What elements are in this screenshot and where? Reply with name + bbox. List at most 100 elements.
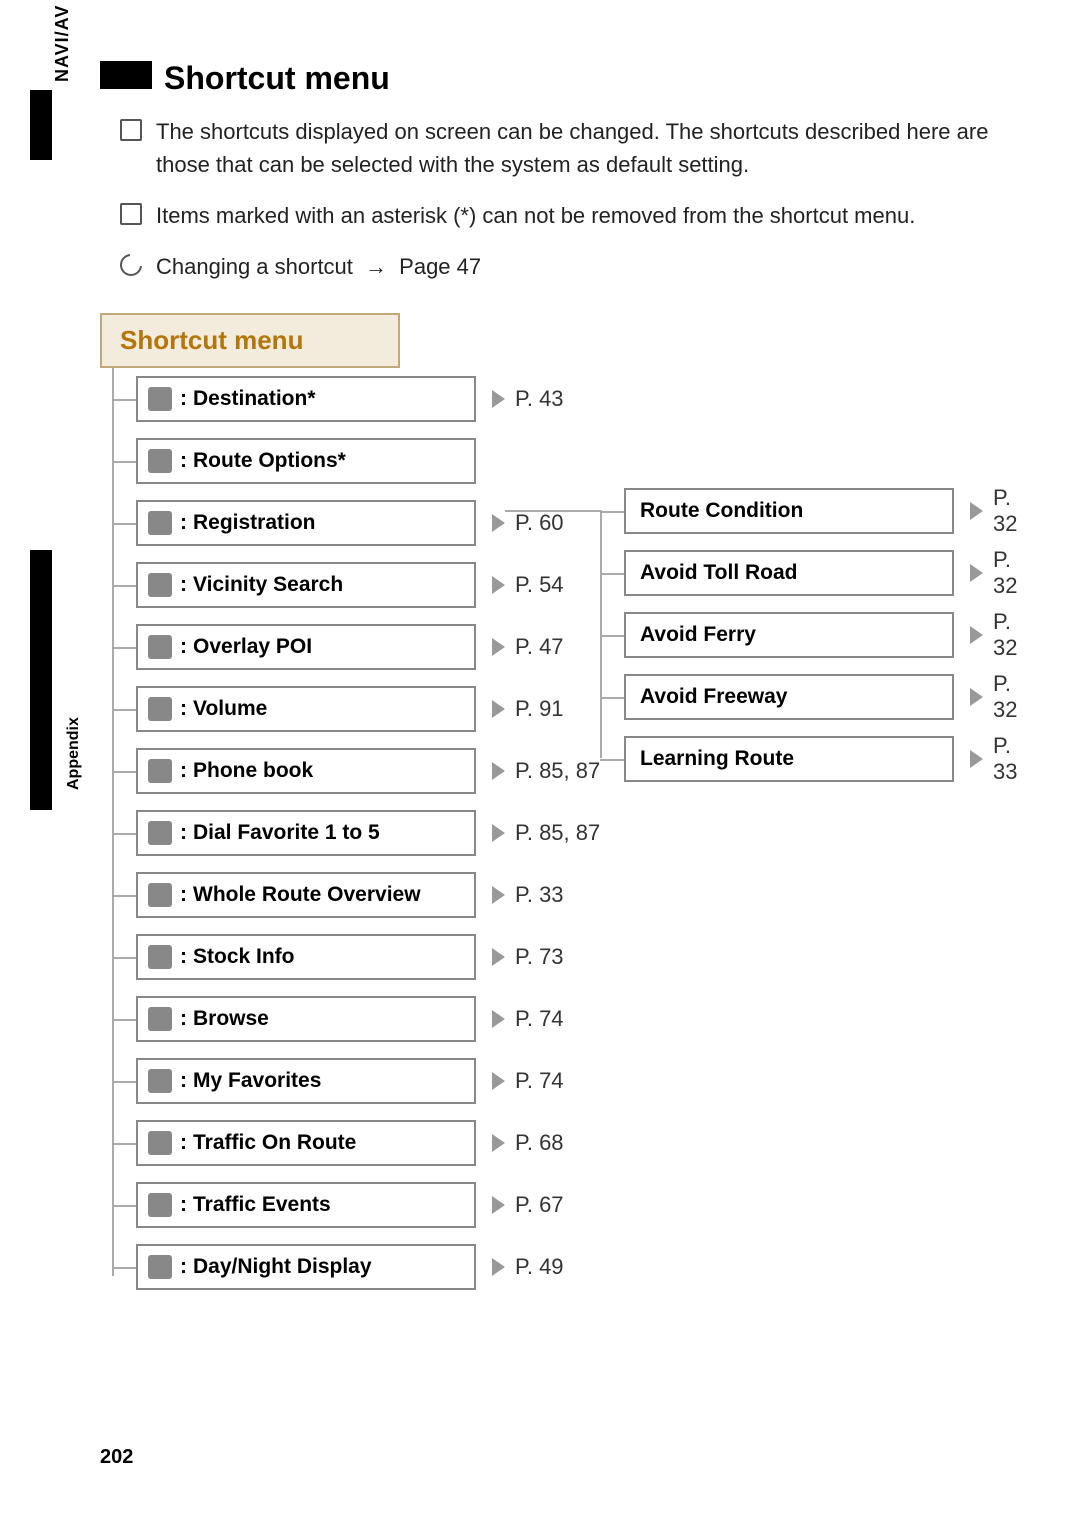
shortcut-icon [148,1069,172,1093]
shortcut-icon [148,1131,172,1155]
page-reference: P. 49 [492,1244,564,1290]
shortcut-item-box: :Traffic On Route [136,1120,476,1166]
subitem-box: Learning Route [624,736,954,782]
tree-connector [600,759,624,761]
subtree-trunk-line [600,510,602,758]
shortcut-item: :Traffic On Route P. 68 [112,1112,990,1174]
shortcut-item: :Destination*P. 43 [112,368,990,430]
subitem-label: Avoid Freeway [640,685,787,709]
shortcut-label: Browse [193,1007,269,1031]
page-reference-text: P. 74 [515,1006,564,1032]
shortcut-icon [148,759,172,783]
page-reference-text: P. 68 [515,1130,564,1156]
shortcut-item: :Day/Night DisplayP. 49 [112,1236,990,1298]
page-reference-text: P. 85, 87 [515,820,600,846]
shortcut-icon [148,945,172,969]
shortcut-item: :Stock InfoP. 73 [112,926,990,988]
tree-connector [112,1081,136,1083]
page-reference-text: P. 85, 87 [515,758,600,784]
shortcut-label: Whole Route Overview [193,883,421,907]
colon: : [180,511,187,535]
triangle-right-icon [492,700,505,718]
shortcut-icon [148,387,172,411]
shortcut-label: Overlay POI [193,635,312,659]
page-reference: P. 32 [970,674,1017,720]
page-reference-text: P. 49 [515,1254,564,1280]
page-reference: P. 32 [970,488,1017,534]
page-reference: P. 32 [970,550,1017,596]
shortcut-item-box: :Overlay POI [136,624,476,670]
shortcut-item: :My FavoritesP. 74 [112,1050,990,1112]
triangle-right-icon [492,762,505,780]
shortcut-item-box: :Vicinity Search [136,562,476,608]
triangle-right-icon [492,576,505,594]
shortcut-item-box: :Route Options* [136,438,476,484]
shortcut-item: :Traffic EventsP. 67 [112,1174,990,1236]
colon: : [180,1131,187,1155]
page-reference: P. 73 [492,934,564,980]
tree-connector [112,771,136,773]
colon: : [180,635,187,659]
shortcut-label: Vicinity Search [193,573,343,597]
tree-connector [112,957,136,959]
tree-connector [112,1205,136,1207]
tree-connector [600,635,624,637]
shortcut-label: Phone book [193,759,313,783]
shortcut-item-box: :Volume [136,686,476,732]
tree-connector [600,573,624,575]
tree-connector [600,697,624,699]
shortcut-label: My Favorites [193,1069,321,1093]
page-reference: P. 33 [970,736,1017,782]
page-reference: P. 43 [492,376,564,422]
page-reference-text: P. 54 [515,572,564,598]
triangle-right-icon [970,626,983,644]
tree-connector [112,709,136,711]
tree-connector [112,833,136,835]
triangle-right-icon [970,502,983,520]
shortcut-item-box: :My Favorites [136,1058,476,1104]
page-reference-text: P. 33 [993,733,1017,785]
page-title: Shortcut menu [100,60,990,97]
shortcut-label: Volume [193,697,267,721]
triangle-right-icon [970,750,983,768]
tree-connector [112,895,136,897]
triangle-right-icon [492,1196,505,1214]
tree-connector [112,1267,136,1269]
crossref-page: Page 47 [399,254,481,279]
shortcut-icon [148,573,172,597]
shortcut-item: :Dial Favorite 1 to 5 P. 85, 87 [112,802,990,864]
colon: : [180,759,187,783]
triangle-right-icon [492,1010,505,1028]
crossref-text: Changing a shortcut → Page 47 [156,250,481,283]
tree-connector [112,647,136,649]
page-reference-text: P. 33 [515,882,564,908]
tree-title-box: Shortcut menu [100,313,400,368]
tree-connector [600,511,624,513]
colon: : [180,1007,187,1031]
page-reference-text: P. 43 [515,386,564,412]
crossref-label: Changing a shortcut [156,254,353,279]
shortcut-item: :Whole Route OverviewP. 33 [112,864,990,926]
tree-connector [112,585,136,587]
page-reference-text: P. 60 [515,510,564,536]
tree-connector [112,399,136,401]
shortcut-label: Stock Info [193,945,295,969]
colon: : [180,697,187,721]
shortcut-item-box: :Dial Favorite 1 to 5 [136,810,476,856]
page-reference-text: P. 32 [993,485,1017,537]
page-reference: P. 68 [492,1120,564,1166]
subitem-label: Learning Route [640,747,794,771]
shortcut-item: :Route Options* [112,430,990,492]
shortcut-icon [148,1255,172,1279]
page-reference: P. 74 [492,996,564,1042]
triangle-right-icon [492,1258,505,1276]
shortcut-item-box: :Phone book [136,748,476,794]
colon: : [180,573,187,597]
shortcut-label: Route Options* [193,449,346,473]
page-reference-text: P. 91 [515,696,564,722]
page-reference: P. 54 [492,562,564,608]
triangle-right-icon [492,390,505,408]
triangle-right-icon [492,824,505,842]
shortcut-icon [148,697,172,721]
page-reference-text: P. 67 [515,1192,564,1218]
